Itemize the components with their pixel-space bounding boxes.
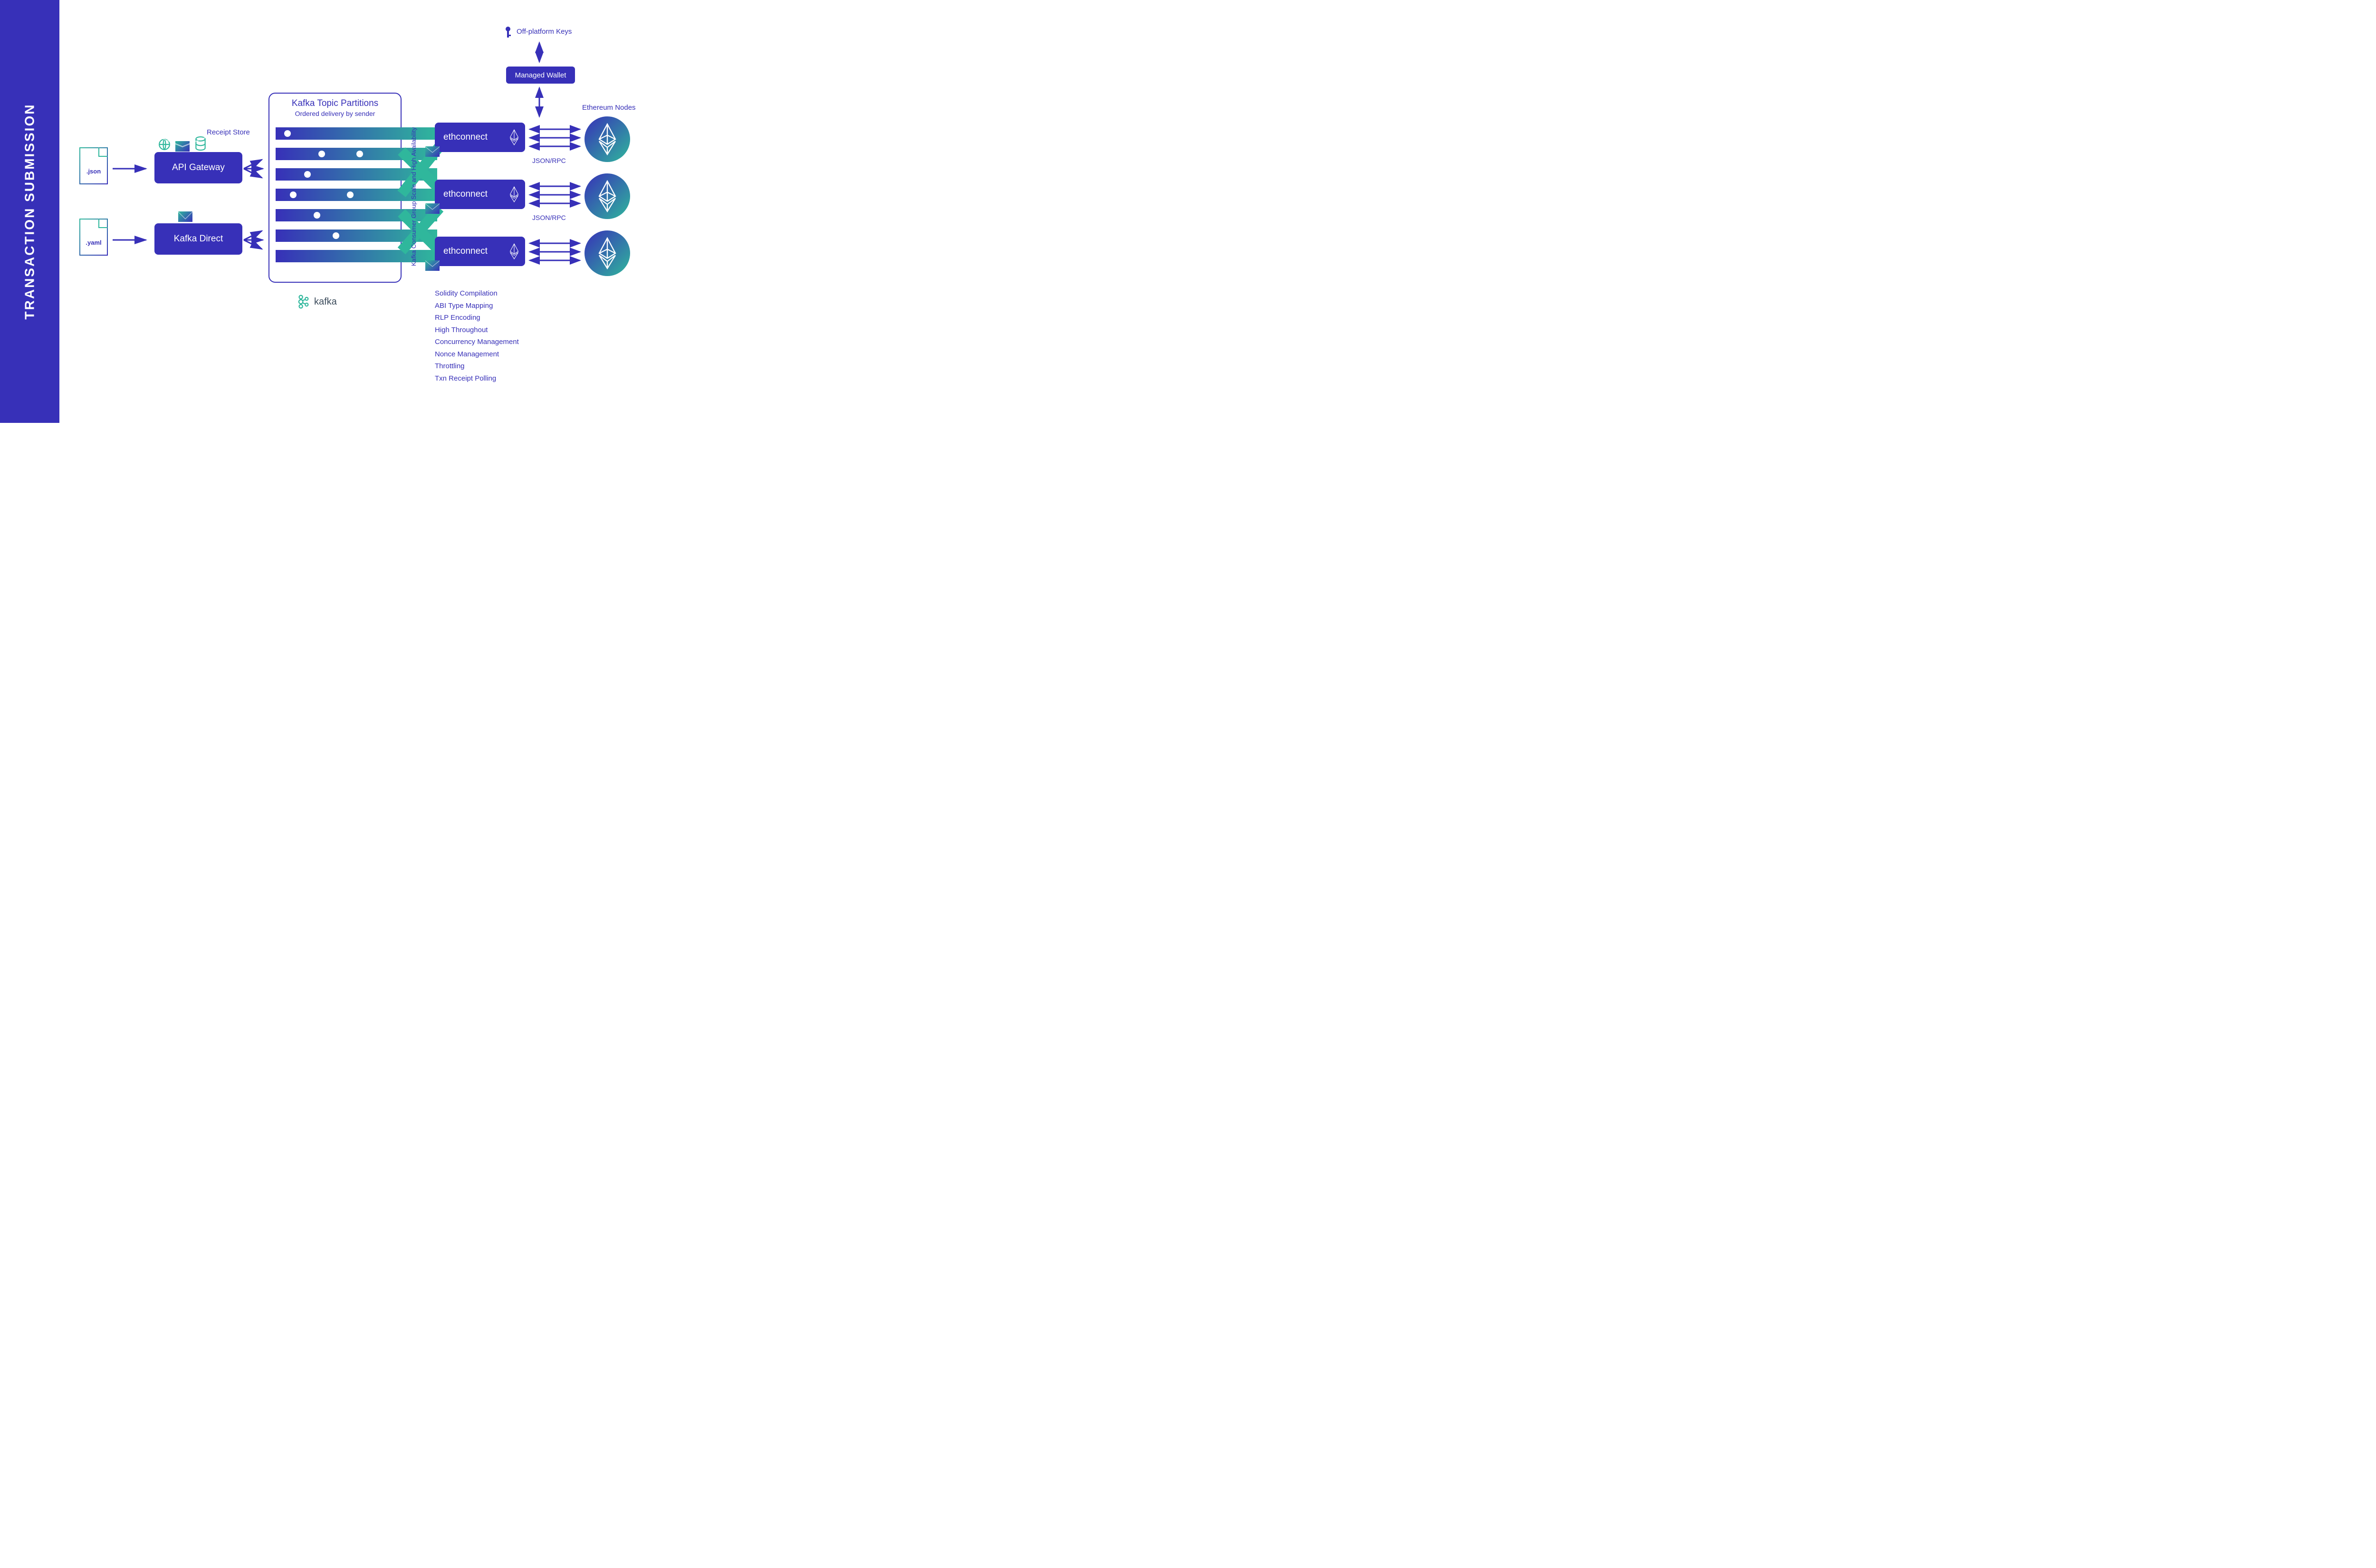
proto-label-1: JSON/RPC (532, 157, 566, 164)
ethereum-node-1 (584, 116, 630, 162)
kafka-consumer-group-label: Kafka Consumer Group Scale and High Avai… (410, 127, 417, 266)
kafka-title: Kafka Topic Partitions (269, 98, 401, 109)
ethereum-node-2 (584, 173, 630, 219)
file-yaml-icon: .yaml (79, 219, 108, 256)
ethconnect-3-envelope-icon (425, 260, 440, 271)
key-icon (504, 26, 512, 41)
api-gateway-box: API Gateway (154, 152, 242, 183)
feature-item: Txn Receipt Polling (435, 373, 519, 385)
proto-label-2: JSON/RPC (532, 214, 566, 221)
gateway-icon-row (158, 136, 207, 154)
managed-wallet-box: Managed Wallet (506, 67, 575, 84)
fanout-arrow-direct (244, 228, 268, 252)
arrows-ethconnect-3-node (527, 237, 584, 267)
ethereum-icon (597, 123, 618, 155)
ethconnect-1-envelope-icon (425, 146, 440, 157)
ethereum-node-3 (584, 230, 630, 276)
feature-item: Solidity Compilation (435, 287, 519, 300)
kafka-subtitle: Ordered delivery by sender (269, 110, 401, 117)
feature-item: High Throughout (435, 324, 519, 336)
sidebar-title: TRANSACTION SUBMISSION (22, 104, 38, 320)
kafka-logo: kafka (297, 294, 337, 310)
file-json-label: .json (80, 168, 107, 175)
ethconnect-box-1: ethconnect (435, 123, 525, 152)
ethereum-icon (597, 180, 618, 212)
file-json-icon: .json (79, 147, 108, 184)
feature-item: RLP Encoding (435, 312, 519, 324)
arrow-wallet-ethconnect (535, 86, 544, 119)
feature-item: Throttling (435, 360, 519, 373)
feature-item: Concurrency Management (435, 336, 519, 348)
file-yaml-label: .yaml (80, 239, 107, 246)
feature-item: ABI Type Mapping (435, 300, 519, 312)
ethconnect-label-2: ethconnect (443, 189, 488, 200)
api-gateway-label: API Gateway (172, 163, 225, 173)
receipt-store-label: Receipt Store (207, 128, 250, 136)
kafka-icon (297, 294, 309, 310)
kafka-direct-label: Kafka Direct (174, 234, 223, 244)
arrow-yaml-to-direct (113, 235, 151, 245)
ethconnect-feature-list: Solidity Compilation ABI Type Mapping RL… (435, 287, 519, 384)
managed-wallet-label: Managed Wallet (515, 71, 566, 79)
ethconnect-label-1: ethconnect (443, 132, 488, 143)
sidebar: TRANSACTION SUBMISSION (0, 0, 59, 423)
ethconnect-box-3: ethconnect (435, 237, 525, 266)
arrow-keys-wallet (535, 40, 544, 64)
ethereum-nodes-label: Ethereum Nodes (582, 104, 636, 112)
offplatform-keys-label: Off-platform Keys (517, 28, 572, 36)
diagram-canvas: .json .yaml Receipt Store API Gateway Ka… (59, 0, 651, 423)
arrow-json-to-gateway (113, 164, 151, 173)
eth-icon-small (509, 243, 519, 259)
arrows-ethconnect-1-node (527, 123, 584, 153)
eth-icon-small (509, 129, 519, 145)
arrows-ethconnect-2-node (527, 180, 584, 210)
kafka-direct-envelope-icon (178, 211, 192, 224)
eth-icon-small (509, 186, 519, 202)
feature-item: Nonce Management (435, 348, 519, 361)
ethereum-icon (597, 237, 618, 269)
fanout-arrow-gateway (244, 157, 268, 181)
kafka-direct-box: Kafka Direct (154, 223, 242, 255)
ethconnect-label-3: ethconnect (443, 246, 488, 257)
kafka-brand-label: kafka (314, 296, 337, 307)
ethconnect-2-envelope-icon (425, 203, 440, 214)
ethconnect-box-2: ethconnect (435, 180, 525, 209)
